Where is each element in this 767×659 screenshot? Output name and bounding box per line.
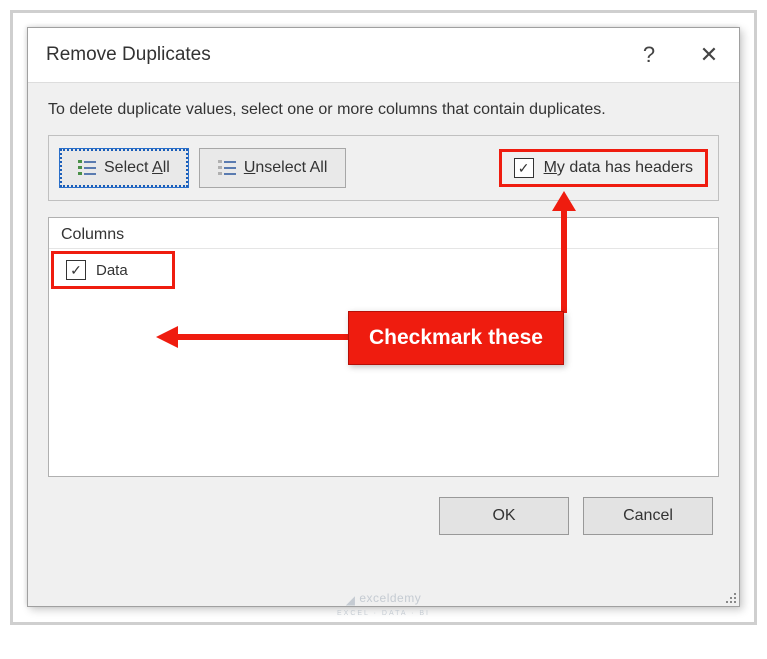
headers-checkbox-container[interactable]: ✓ My data has headers [499, 149, 708, 187]
button-row: OK Cancel [48, 497, 719, 535]
column-data-label: Data [96, 262, 128, 279]
arrow-left-icon [156, 323, 356, 351]
column-item-data[interactable]: ✓ Data [51, 251, 175, 289]
outer-frame: Remove Duplicates ? ✕ To delete duplicat… [10, 10, 757, 625]
columns-header: Columns [49, 218, 718, 249]
annotation-callout: Checkmark these [348, 311, 564, 365]
dialog-content: To delete duplicate values, select one o… [28, 83, 739, 606]
headers-label: My data has headers [544, 159, 693, 177]
dialog-description: To delete duplicate values, select one o… [48, 98, 719, 121]
dialog-title: Remove Duplicates [46, 44, 619, 66]
unselect-all-icon [218, 160, 236, 176]
resize-grip[interactable] [722, 589, 736, 603]
help-button[interactable]: ? [619, 28, 679, 83]
ok-button[interactable]: OK [439, 497, 569, 535]
close-button[interactable]: ✕ [679, 28, 739, 83]
column-data-checkbox[interactable]: ✓ [66, 260, 86, 280]
headers-checkbox[interactable]: ✓ [514, 158, 534, 178]
cancel-button[interactable]: Cancel [583, 497, 713, 535]
select-all-icon [78, 160, 96, 176]
select-all-button[interactable]: Select All [59, 148, 189, 188]
unselect-all-button[interactable]: Unselect All [199, 148, 347, 188]
unselect-all-label: Unselect All [244, 159, 328, 177]
select-all-label: Select All [104, 159, 170, 177]
titlebar: Remove Duplicates ? ✕ [28, 28, 739, 83]
remove-duplicates-dialog: Remove Duplicates ? ✕ To delete duplicat… [27, 27, 740, 607]
toolbar-panel: Select All Unselect All ✓ My data has he… [48, 135, 719, 201]
watermark: ◢ exceldemy EXCEL · DATA · BI [337, 592, 430, 618]
arrow-up-icon [550, 191, 578, 317]
